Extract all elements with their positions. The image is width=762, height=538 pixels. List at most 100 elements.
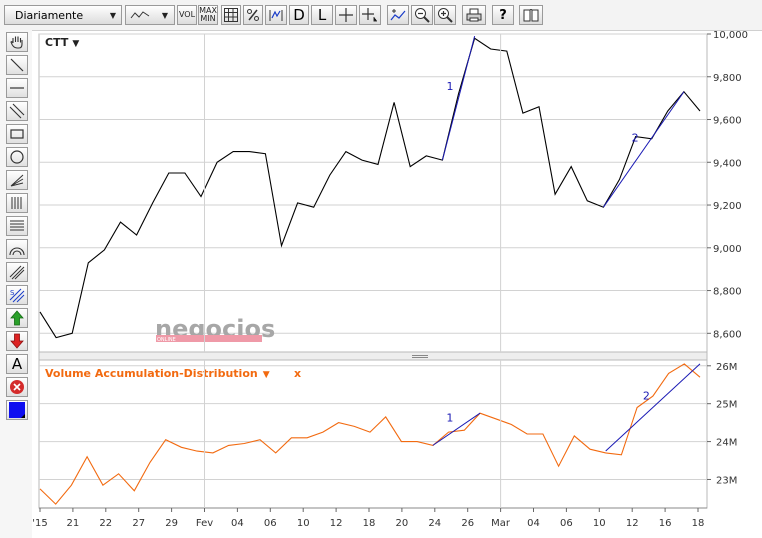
percent-button[interactable]: [243, 5, 263, 25]
indicator-panel[interactable]: [38, 359, 708, 509]
grid-icon: [224, 8, 238, 22]
max-min-button[interactable]: MAX MIN: [198, 5, 218, 25]
add-chart-icon: [390, 9, 406, 21]
buy-arrow-tool[interactable]: [6, 308, 28, 328]
fibonacci-retracement-tool[interactable]: [6, 216, 28, 236]
price-panel[interactable]: [38, 33, 708, 353]
date-tick-label: 18: [692, 518, 705, 529]
date-tick-label: 27: [132, 518, 145, 529]
date-tick-label: Fev: [196, 518, 213, 529]
arrow-down-icon: [10, 333, 24, 349]
trendline-label: 1: [446, 411, 453, 424]
period-select[interactable]: Diariamente ▼: [4, 5, 122, 25]
hand-icon: [10, 36, 23, 49]
arcs-icon: [9, 247, 25, 256]
indicator-tick-label: 26M: [716, 362, 737, 373]
parallel-lines-icon: [9, 103, 25, 119]
trendline-label: 1: [447, 80, 454, 93]
speed-lines-tool[interactable]: S: [6, 285, 28, 305]
chart-type-select[interactable]: ▼: [125, 5, 175, 25]
date-tick-label: 18: [363, 518, 376, 529]
date-tick-label: 26: [461, 518, 474, 529]
color-picker-tool[interactable]: [6, 400, 28, 420]
scale-icon: [269, 10, 283, 21]
arrow-up-icon: [10, 310, 24, 326]
help-button[interactable]: ?: [492, 5, 514, 25]
price-tick-label: 8,600: [713, 329, 742, 340]
rectangle-tool[interactable]: [6, 124, 28, 144]
fan-tool[interactable]: [6, 170, 28, 190]
date-tick-label: 12: [626, 518, 639, 529]
symbol-name: CTT: [45, 36, 69, 49]
indicator-axis: 26M 25M 24M 23M: [707, 362, 737, 486]
chart-canvas: 10,000 9,800 9,600 9,400 9,200 9,000 8,800 8,60…: [32, 30, 748, 529]
sell-arrow-tool[interactable]: [6, 331, 28, 351]
speed-lines-icon: S: [9, 288, 25, 303]
horizontal-line-icon: [10, 87, 24, 89]
indicator-name: Volume Accumulation-Distribution: [45, 367, 258, 380]
indicator-dropdown-icon: ▼: [263, 370, 270, 380]
parallel-lines-tool[interactable]: [6, 101, 28, 121]
close-indicator-icon[interactable]: x: [294, 367, 301, 380]
date-tick-label: 06: [560, 518, 573, 529]
date-tick-label: 29: [165, 518, 178, 529]
crosshair-label-icon: [362, 8, 377, 22]
manual-button[interactable]: [519, 5, 543, 25]
fan-lines-icon: [10, 174, 24, 187]
zoom-in-icon: [438, 8, 453, 23]
date-tick-label: 24: [428, 518, 441, 529]
crosshair-icon: [339, 8, 353, 22]
rectangle-icon: [10, 129, 24, 139]
diagonal-line-icon: [10, 58, 24, 72]
trendline-tool[interactable]: [6, 55, 28, 75]
color-swatch-icon: [9, 402, 25, 418]
zoom-out-icon: [415, 8, 430, 23]
l-button[interactable]: L: [311, 5, 333, 25]
fibonacci-arcs-tool[interactable]: [6, 239, 28, 259]
chevron-down-icon: ▼: [161, 10, 168, 20]
drawing-toolbar: S A: [0, 30, 32, 538]
add-indicator-button[interactable]: [387, 5, 409, 25]
price-tick-label: 9,400: [713, 158, 742, 169]
percent-icon: [247, 9, 259, 21]
channel-lines-icon: [9, 265, 25, 280]
horizontal-line-tool[interactable]: [6, 78, 28, 98]
price-tick-label: 9,800: [713, 73, 742, 84]
indicator-title[interactable]: Volume Accumulation-Distribution ▼: [45, 367, 270, 380]
delete-drawings-tool[interactable]: [6, 377, 28, 397]
date-tick-label: 10: [297, 518, 310, 529]
text-tool[interactable]: A: [6, 354, 28, 374]
vertical-lines-tool[interactable]: [6, 193, 28, 213]
price-tick-label: 8,800: [713, 287, 742, 298]
price-tick-label: 9,000: [713, 244, 742, 255]
print-button[interactable]: [462, 5, 486, 25]
line-chart-icon: [130, 11, 150, 19]
indicator-tick-label: 24M: [716, 438, 737, 449]
trendline-label: 2: [643, 389, 650, 402]
crosshair-button[interactable]: [335, 5, 357, 25]
date-tick-label: 21: [67, 518, 80, 529]
date-tick-label: 12: [330, 518, 343, 529]
grid-button[interactable]: [221, 5, 241, 25]
date-tick-label: 06: [264, 518, 277, 529]
zoom-out-button[interactable]: [411, 5, 433, 25]
text-icon: A: [11, 355, 23, 373]
zoom-in-button[interactable]: [434, 5, 456, 25]
ellipse-tool[interactable]: [6, 147, 28, 167]
volume-button[interactable]: VOL: [177, 5, 197, 25]
d-button[interactable]: D: [289, 5, 309, 25]
channel-tool[interactable]: [6, 262, 28, 282]
scale-button[interactable]: [265, 5, 287, 25]
price-axis: 10,000 9,800 9,600 9,400 9,200 9,000 8,800 8,60…: [707, 30, 748, 340]
book-icon: [523, 9, 539, 22]
volume-label: VOL: [178, 10, 196, 19]
pan-tool[interactable]: [6, 32, 28, 52]
crosshair-value-button[interactable]: [359, 5, 381, 25]
indicator-tick-label: 23M: [716, 475, 737, 486]
price-tick-label: 9,200: [713, 201, 742, 212]
date-tick-label: 22: [99, 518, 112, 529]
panel-splitter[interactable]: [38, 351, 708, 361]
svg-text:S: S: [10, 289, 15, 297]
period-value: Diariamente: [15, 8, 84, 22]
watermark-sub: ONLINE: [157, 337, 176, 343]
